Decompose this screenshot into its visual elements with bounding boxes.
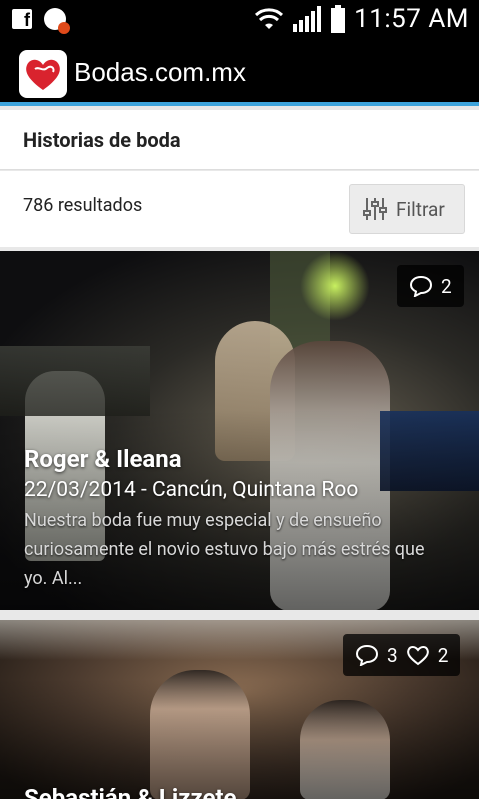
app-bar: Bodas.com.mx bbox=[0, 37, 479, 106]
story-card[interactable]: 3 2 Sebastián & Lizzete bbox=[0, 620, 479, 799]
comments-badge: 2 bbox=[397, 265, 464, 307]
comment-icon bbox=[409, 275, 433, 297]
story-title[interactable]: Sebastián & Lizzete bbox=[24, 784, 237, 799]
comment-icon bbox=[355, 644, 379, 666]
comments-count: 2 bbox=[441, 274, 452, 298]
status-bar: f 11:57 AM bbox=[0, 0, 479, 37]
facebook-icon: f bbox=[12, 9, 32, 30]
app-title: Bodas.com.mx bbox=[74, 57, 246, 87]
story-meta: 22/03/2014 - Cancún, Quintana Roo bbox=[24, 478, 359, 502]
section-header: Historias de boda bbox=[0, 110, 479, 170]
page-title: Historias de boda bbox=[23, 128, 181, 152]
story-description: Nuestra boda fue muy especial y de ensue… bbox=[24, 510, 425, 589]
comments-count: 3 bbox=[387, 643, 398, 667]
heart-icon bbox=[406, 646, 429, 666]
heart-logo-icon[interactable] bbox=[19, 50, 67, 98]
wifi-icon bbox=[255, 8, 284, 29]
reactions-badge: 3 2 bbox=[343, 634, 461, 676]
likes-count: 2 bbox=[437, 643, 449, 667]
signal-icon bbox=[293, 6, 322, 32]
story-card[interactable]: 2 Roger & Ileana 22/03/2014 - Cancún, Qu… bbox=[0, 251, 479, 610]
app-notification-icon bbox=[44, 8, 70, 34]
results-count: 786 resultados bbox=[23, 195, 143, 216]
filter-label: Filtrar bbox=[396, 197, 445, 221]
story-title[interactable]: Roger & Ileana bbox=[24, 445, 182, 473]
battery-icon bbox=[331, 5, 346, 33]
filter-button[interactable]: Filtrar bbox=[349, 184, 465, 234]
status-time: 11:57 AM bbox=[354, 4, 469, 34]
photo-guests bbox=[0, 346, 150, 416]
photo-light bbox=[300, 251, 370, 321]
filter-sliders-icon bbox=[363, 198, 387, 220]
results-bar: 786 resultados Filtrar bbox=[0, 171, 479, 247]
